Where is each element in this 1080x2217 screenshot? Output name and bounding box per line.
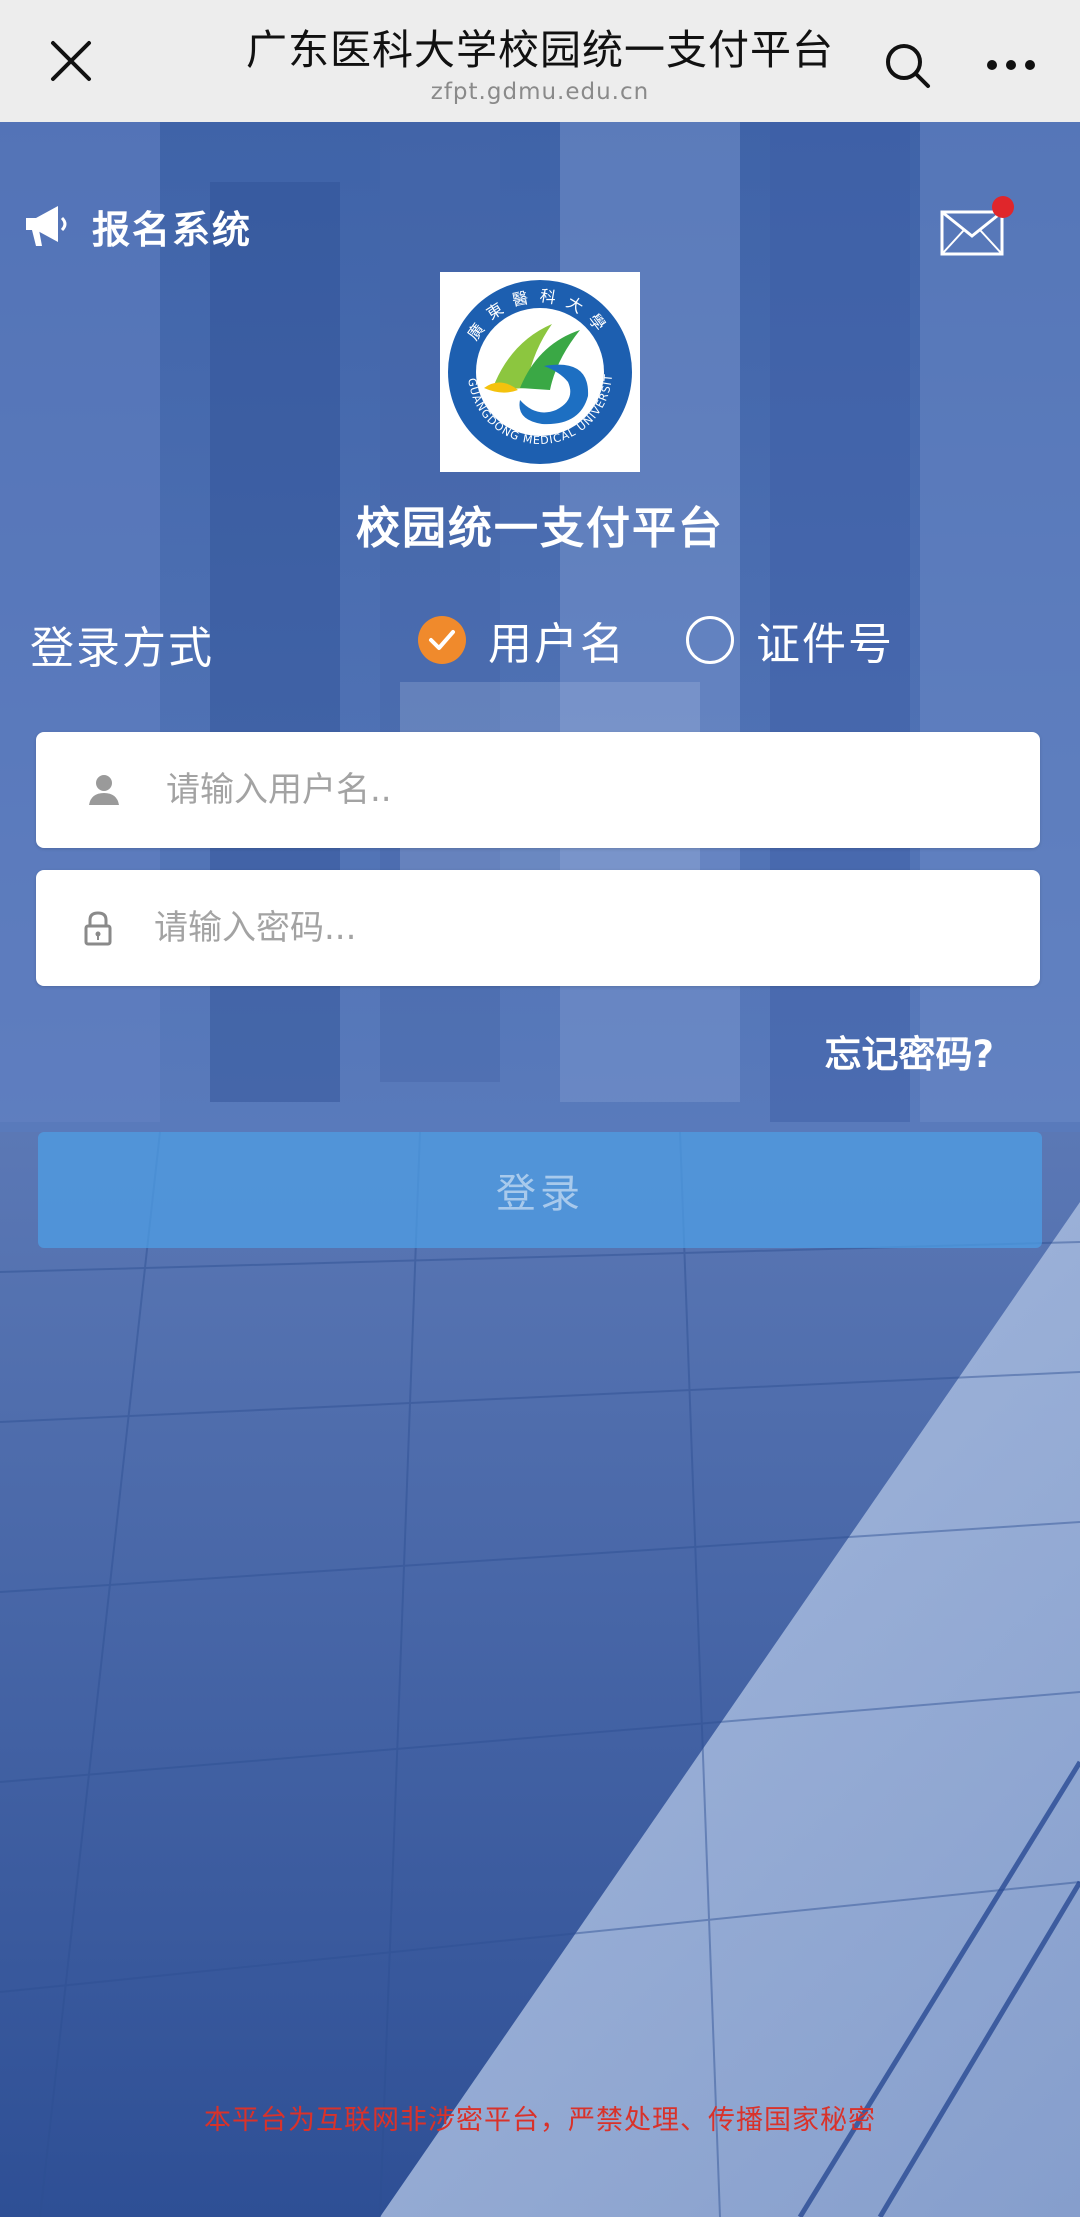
megaphone-icon — [26, 206, 67, 246]
search-button[interactable] — [880, 38, 936, 94]
browser-top-bar: 广东医科大学校园统一支付平台 zfpt.gdmu.edu.cn — [0, 0, 1080, 122]
footer-security-notice: 本平台为互联网非涉密平台，严禁处理、传播国家秘密 — [204, 2105, 876, 2136]
more-dots-icon — [987, 60, 1035, 70]
password-input[interactable] — [154, 908, 974, 948]
more-options-button[interactable] — [978, 40, 1044, 90]
radio-unchecked-icon[interactable] — [686, 616, 734, 664]
username-field-container — [36, 732, 1040, 848]
app-title: 校园统一支付平台 — [356, 503, 724, 554]
lock-icon — [72, 902, 124, 954]
radio-username-label: 用户名 — [488, 619, 626, 670]
close-icon — [51, 41, 91, 81]
forgot-password-link[interactable]: 忘记密码? — [825, 1024, 994, 1078]
user-icon — [78, 764, 130, 816]
close-button[interactable] — [40, 30, 102, 92]
radio-id-number[interactable]: 证件号 — [686, 612, 894, 670]
messages-button[interactable] — [940, 196, 1014, 262]
username-input[interactable] — [166, 770, 986, 810]
password-field-container — [36, 870, 1040, 986]
radio-checked-icon[interactable] — [418, 616, 466, 664]
login-method-label: 登录方式 — [30, 623, 214, 674]
radio-username[interactable]: 用户名 — [418, 612, 626, 670]
registration-system-link[interactable]: 报名系统 — [24, 198, 252, 254]
radio-id-number-label: 证件号 — [756, 619, 894, 670]
envelope-icon — [940, 210, 1004, 256]
university-emblem-icon: GUANGDONG MEDICAL UNIVERSITY 廣東醫科大學 — [435, 262, 632, 464]
registration-system-label: 报名系统 — [92, 207, 253, 252]
notification-dot — [992, 196, 1014, 218]
page-url: zfpt.gdmu.edu.cn — [430, 79, 650, 105]
search-icon — [886, 44, 930, 88]
university-logo: GUANGDONG MEDICAL UNIVERSITY 廣東醫科大學 — [435, 262, 640, 472]
page-title: 广东医科大学校园统一支付平台 — [246, 26, 834, 74]
login-button[interactable]: 登录 — [38, 1132, 1042, 1248]
title-block: 广东医科大学校园统一支付平台 zfpt.gdmu.edu.cn — [150, 22, 930, 106]
checkmark-icon — [429, 630, 455, 650]
